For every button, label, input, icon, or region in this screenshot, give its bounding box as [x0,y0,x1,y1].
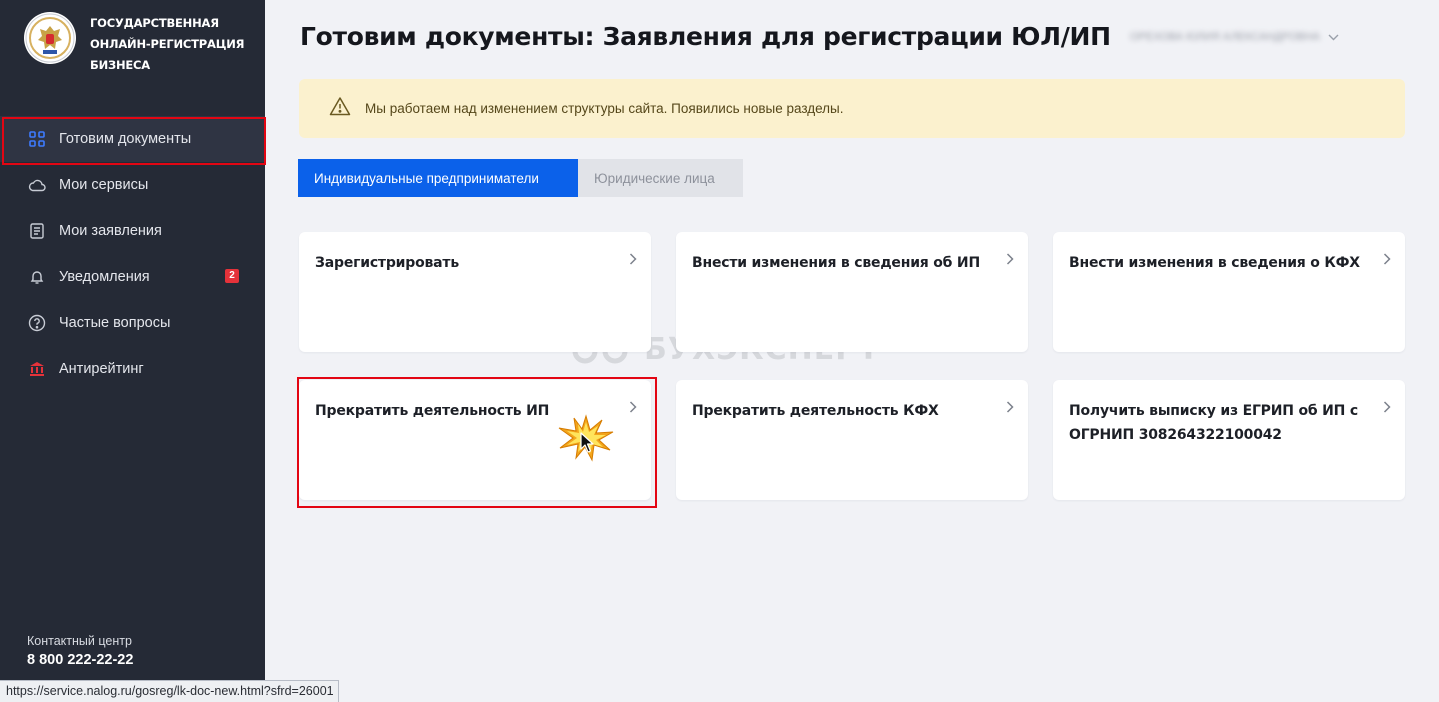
brand-line-3: БИЗНЕСА [90,58,150,72]
chevron-right-icon [1006,400,1014,418]
notifications-count-badge: 2 [225,269,239,283]
sidebar-item-label: Антирейтинг [59,361,144,377]
sidebar: ГОСУДАРСТВЕННАЯ ОНЛАЙН-РЕГИСТРАЦИЯ БИЗНЕ… [0,0,266,702]
contact-center-phone[interactable]: 8 800 222-22-22 [27,652,133,668]
sidebar-item-antirating[interactable]: Антирейтинг [0,346,265,392]
tax-service-emblem-icon [24,12,76,64]
sidebar-item-notifications[interactable]: Уведомления 2 [0,254,265,300]
bank-icon [28,360,46,378]
sidebar-item-label: Мои заявления [59,223,162,239]
chevron-right-icon [1383,400,1391,418]
warning-icon [329,96,351,121]
sidebar-item-label: Уведомления [59,269,150,285]
sidebar-item-label: Частые вопросы [59,315,171,331]
chevron-right-icon [1383,252,1391,270]
card-change-kfh-info[interactable]: Внести изменения в сведения о КФХ [1053,232,1405,352]
card-title: Внести изменения в сведения о КФХ [1069,255,1360,271]
sidebar-item-prepare-documents[interactable]: Готовим документы [0,116,266,165]
brand[interactable]: ГОСУДАРСТВЕННАЯ ОНЛАЙН-РЕГИСТРАЦИЯ БИЗНЕ… [24,12,244,76]
document-icon [28,222,46,240]
brand-line-2: ОНЛАЙН-РЕГИСТРАЦИЯ [90,37,245,51]
sidebar-item-faq[interactable]: Частые вопросы [0,300,265,346]
cloud-icon [28,176,46,194]
card-title: Прекратить деятельность КФХ [692,403,939,419]
click-burst-icon [556,414,616,467]
chevron-down-icon [1328,28,1339,46]
status-bar-url: https://service.nalog.ru/gosreg/lk-doc-n… [0,680,339,702]
card-title: Получить выписку из ЕГРИП об ИП с ОГРНИП… [1069,403,1358,443]
sidebar-item-label: Готовим документы [59,131,192,147]
contact-center-label: Контактный центр [27,634,132,648]
sidebar-item-my-applications[interactable]: Мои заявления [0,208,265,254]
question-icon [28,314,46,332]
card-title: Зарегистрировать [315,255,459,271]
card-register[interactable]: Зарегистрировать [299,232,651,352]
card-terminate-kfh[interactable]: Прекратить деятельность КФХ [676,380,1028,500]
notice-text: Мы работаем над изменением структуры сай… [365,101,844,116]
sidebar-item-my-services[interactable]: Мои сервисы [0,162,265,208]
chevron-right-icon [629,400,637,418]
card-title: Внести изменения в сведения об ИП [692,255,980,271]
card-change-ip-info[interactable]: Внести изменения в сведения об ИП [676,232,1028,352]
entity-tabs: Индивидуальные предприниматели Юридическ… [298,159,743,197]
tab-individual-entrepreneurs[interactable]: Индивидуальные предприниматели [298,159,578,197]
info-notice: Мы работаем над изменением структуры сай… [299,79,1405,138]
bell-icon [28,268,46,286]
chevron-right-icon [1006,252,1014,270]
tab-legal-entities[interactable]: Юридические лица [578,159,743,197]
contact-center: Контактный центр 8 800 222-22-22 [27,634,133,668]
chevron-right-icon [629,252,637,270]
brand-name: ГОСУДАРСТВЕННАЯ ОНЛАЙН-РЕГИСТРАЦИЯ БИЗНЕ… [90,13,244,76]
user-name: ОРЕХОВА ЮЛИЯ АЛЕКСАНДРОВНА [1130,31,1320,43]
page-title: Готовим документы: Заявления для регистр… [300,22,1111,51]
sidebar-nav: Готовим документы Мои сервисы Мои заявле… [0,116,266,392]
card-egrip-extract[interactable]: Получить выписку из ЕГРИП об ИП с ОГРНИП… [1053,380,1405,500]
mouse-cursor-icon [580,432,594,453]
grid-icon [28,130,46,148]
user-menu[interactable]: ОРЕХОВА ЮЛИЯ АЛЕКСАНДРОВНА [1130,28,1339,46]
brand-line-1: ГОСУДАРСТВЕННАЯ [90,16,219,30]
sidebar-item-label: Мои сервисы [59,177,149,193]
